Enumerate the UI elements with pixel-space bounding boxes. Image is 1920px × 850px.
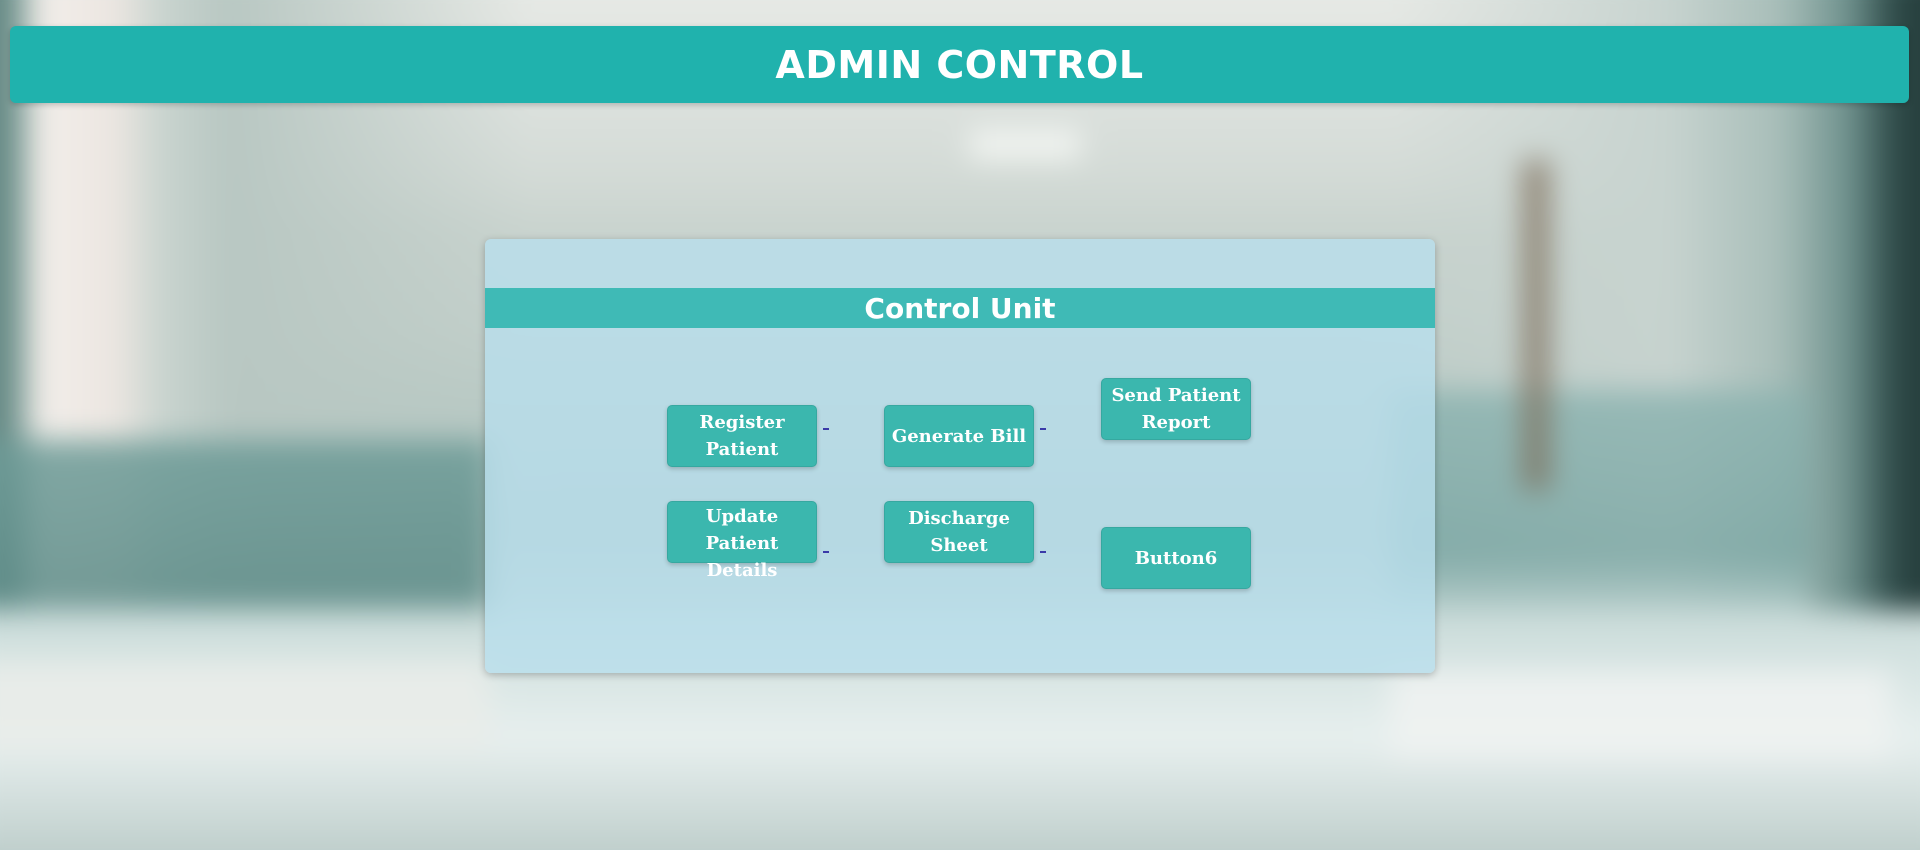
link-underscore[interactable]: [823, 428, 829, 430]
update-patient-details-button[interactable]: Update Patient Details: [667, 501, 817, 581]
admin-control-page: ADMIN CONTROL Control Unit Register Pati…: [0, 0, 1920, 850]
panel-title: Control Unit: [864, 291, 1056, 325]
generate-bill-button[interactable]: Generate Bill: [884, 405, 1034, 467]
button6-button[interactable]: Button6: [1101, 527, 1251, 589]
link-underscore[interactable]: [1040, 551, 1046, 553]
register-patient-button[interactable]: Register Patient: [667, 405, 817, 467]
panel-title-bar: Control Unit: [485, 288, 1435, 328]
send-patient-report-button[interactable]: Send Patient Report: [1101, 378, 1251, 440]
page-title: ADMIN CONTROL: [775, 42, 1144, 87]
link-underscore[interactable]: [1040, 428, 1046, 430]
discharge-sheet-button[interactable]: Discharge Sheet: [884, 501, 1034, 563]
control-panel: Control Unit Register Patient Generate B…: [485, 239, 1435, 673]
header-bar: ADMIN CONTROL: [10, 26, 1909, 103]
link-underscore[interactable]: [823, 551, 829, 553]
